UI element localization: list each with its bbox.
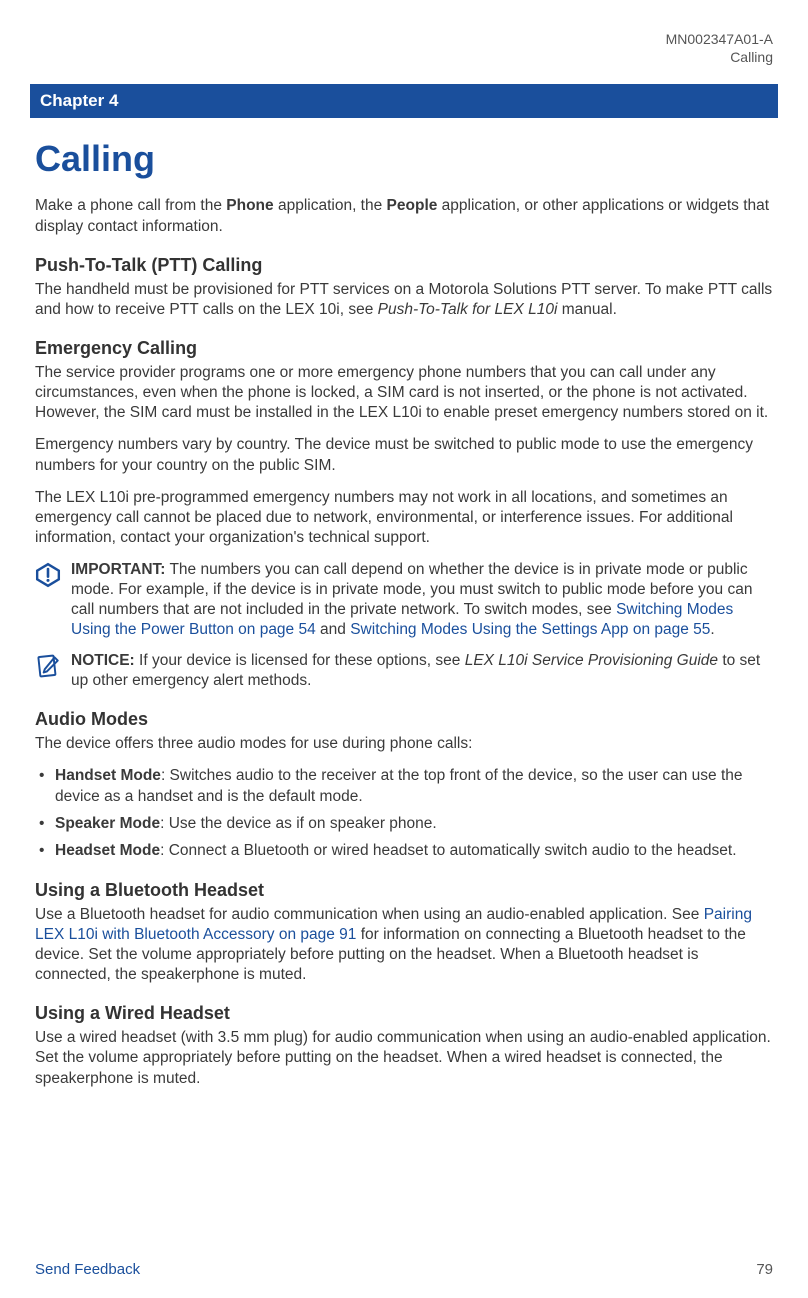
- link-switch-settings[interactable]: Switching Modes Using the Settings App o…: [350, 621, 710, 638]
- page-title: Calling: [35, 138, 773, 180]
- notice-note: NOTICE: If your device is licensed for t…: [35, 651, 773, 691]
- list-item: Headset Mode: Connect a Bluetooth or wir…: [35, 841, 773, 862]
- intro-paragraph: Make a phone call from the Phone applica…: [35, 196, 773, 236]
- doc-id: MN002347A01-A: [35, 30, 773, 48]
- audio-list: Handset Mode: Switches audio to the rece…: [35, 766, 773, 862]
- page-header: MN002347A01-A Calling: [35, 30, 773, 66]
- notice-text: NOTICE: If your device is licensed for t…: [71, 651, 773, 691]
- audio-heading: Audio Modes: [35, 709, 773, 730]
- bluetooth-paragraph: Use a Bluetooth headset for audio commun…: [35, 905, 773, 986]
- section-name: Calling: [35, 48, 773, 66]
- page-footer: Send Feedback 79: [35, 1261, 773, 1278]
- emergency-p2: Emergency numbers vary by country. The d…: [35, 435, 773, 475]
- ptt-heading: Push-To-Talk (PTT) Calling: [35, 255, 773, 276]
- emergency-p3: The LEX L10i pre-programmed emergency nu…: [35, 488, 773, 548]
- wired-heading: Using a Wired Headset: [35, 1003, 773, 1024]
- chapter-bar: Chapter 4: [30, 84, 778, 118]
- important-icon: [35, 562, 61, 588]
- list-item: Speaker Mode: Use the device as if on sp…: [35, 814, 773, 835]
- notice-icon: [35, 653, 61, 679]
- important-text: IMPORTANT: The numbers you can call depe…: [71, 560, 773, 641]
- bluetooth-heading: Using a Bluetooth Headset: [35, 880, 773, 901]
- emergency-p1: The service provider programs one or mor…: [35, 363, 773, 423]
- send-feedback-link[interactable]: Send Feedback: [35, 1261, 140, 1278]
- wired-paragraph: Use a wired headset (with 3.5 mm plug) f…: [35, 1028, 773, 1088]
- emergency-heading: Emergency Calling: [35, 338, 773, 359]
- audio-intro: The device offers three audio modes for …: [35, 734, 773, 754]
- document-page: MN002347A01-A Calling Chapter 4 Calling …: [0, 0, 808, 1298]
- important-note: IMPORTANT: The numbers you can call depe…: [35, 560, 773, 641]
- list-item: Handset Mode: Switches audio to the rece…: [35, 766, 773, 808]
- page-number: 79: [756, 1261, 773, 1278]
- ptt-paragraph: The handheld must be provisioned for PTT…: [35, 280, 773, 320]
